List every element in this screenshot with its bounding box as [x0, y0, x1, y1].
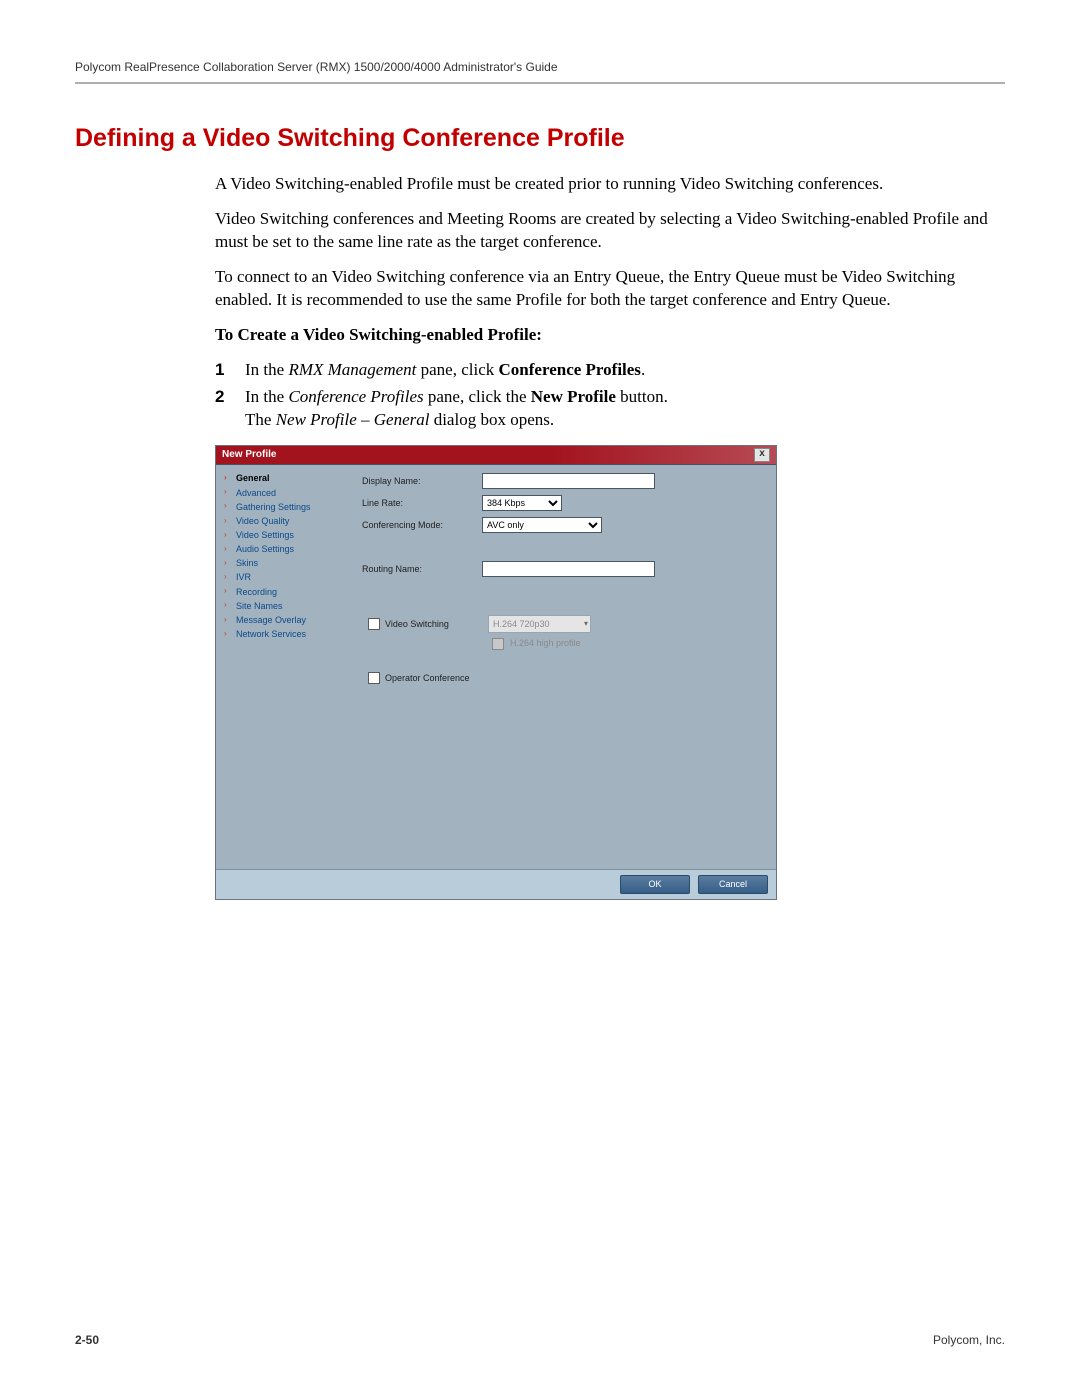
chevron-right-icon: › [224, 600, 232, 611]
step-number: 1 [215, 359, 245, 382]
chevron-right-icon: › [224, 586, 232, 597]
video-switching-codec-select: H.264 720p30▾ [488, 615, 591, 633]
chevron-right-icon: › [224, 615, 232, 626]
sidebar-item-video-settings[interactable]: ›Video Settings [224, 528, 354, 542]
video-switching-label: Video Switching [385, 618, 449, 630]
chevron-down-icon: ▾ [584, 619, 588, 630]
chevron-right-icon: › [224, 629, 232, 640]
chevron-right-icon: › [224, 487, 232, 498]
display-name-label: Display Name: [362, 475, 482, 487]
header-rule [75, 82, 1005, 84]
section-heading: Defining a Video Switching Conference Pr… [75, 124, 1005, 153]
chevron-right-icon: › [224, 544, 232, 555]
procedure-heading: To Create a Video Switching-enabled Prof… [215, 324, 1005, 347]
running-header: Polycom RealPresence Collaboration Serve… [75, 60, 1005, 82]
body-paragraph: Video Switching conferences and Meeting … [215, 208, 1005, 254]
chevron-right-icon: › [224, 473, 232, 484]
body-paragraph: To connect to an Video Switching confere… [215, 266, 1005, 312]
chevron-right-icon: › [224, 558, 232, 569]
sidebar-item-general[interactable]: ›General [224, 471, 354, 485]
conferencing-mode-label: Conferencing Mode: [362, 519, 482, 531]
step-number: 2 [215, 386, 245, 432]
new-profile-dialog: New Profile x ›General ›Advanced ›Gather… [215, 445, 777, 899]
sidebar-item-video-quality[interactable]: ›Video Quality [224, 514, 354, 528]
dialog-titlebar[interactable]: New Profile x [216, 446, 776, 465]
sidebar-item-audio-settings[interactable]: ›Audio Settings [224, 542, 354, 556]
body-paragraph: A Video Switching-enabled Profile must b… [215, 173, 1005, 196]
step-item: 2 In the Conference Profiles pane, click… [215, 386, 1005, 432]
page-number: 2-50 [75, 1333, 99, 1347]
sidebar-item-recording[interactable]: ›Recording [224, 585, 354, 599]
cancel-button[interactable]: Cancel [698, 875, 768, 893]
sidebar-item-message-overlay[interactable]: ›Message Overlay [224, 613, 354, 627]
dialog-sidebar: ›General ›Advanced ›Gathering Settings ›… [216, 465, 358, 869]
chevron-right-icon: › [224, 516, 232, 527]
footer-company: Polycom, Inc. [933, 1333, 1005, 1347]
sidebar-item-site-names[interactable]: ›Site Names [224, 599, 354, 613]
line-rate-select[interactable]: 384 Kbps [482, 495, 562, 511]
display-name-input[interactable] [482, 473, 655, 489]
operator-conference-label: Operator Conference [385, 672, 470, 684]
sidebar-item-skins[interactable]: ›Skins [224, 556, 354, 570]
high-profile-label: H.264 high profile [510, 637, 581, 649]
ok-button[interactable]: OK [620, 875, 690, 893]
sidebar-item-advanced[interactable]: ›Advanced [224, 486, 354, 500]
video-switching-checkbox[interactable] [368, 618, 380, 630]
line-rate-label: Line Rate: [362, 497, 482, 509]
routing-name-input[interactable] [482, 561, 655, 577]
step-item: 1 In the RMX Management pane, click Conf… [215, 359, 1005, 382]
routing-name-label: Routing Name: [362, 563, 482, 575]
chevron-right-icon: › [224, 530, 232, 541]
sidebar-item-ivr[interactable]: ›IVR [224, 570, 354, 584]
close-icon[interactable]: x [754, 448, 770, 462]
sidebar-item-gathering-settings[interactable]: ›Gathering Settings [224, 500, 354, 514]
chevron-right-icon: › [224, 572, 232, 583]
operator-conference-checkbox[interactable] [368, 672, 380, 684]
sidebar-item-network-services[interactable]: ›Network Services [224, 627, 354, 641]
chevron-right-icon: › [224, 501, 232, 512]
high-profile-checkbox [492, 638, 504, 650]
dialog-title: New Profile [222, 448, 754, 462]
conferencing-mode-select[interactable]: AVC only [482, 517, 602, 533]
